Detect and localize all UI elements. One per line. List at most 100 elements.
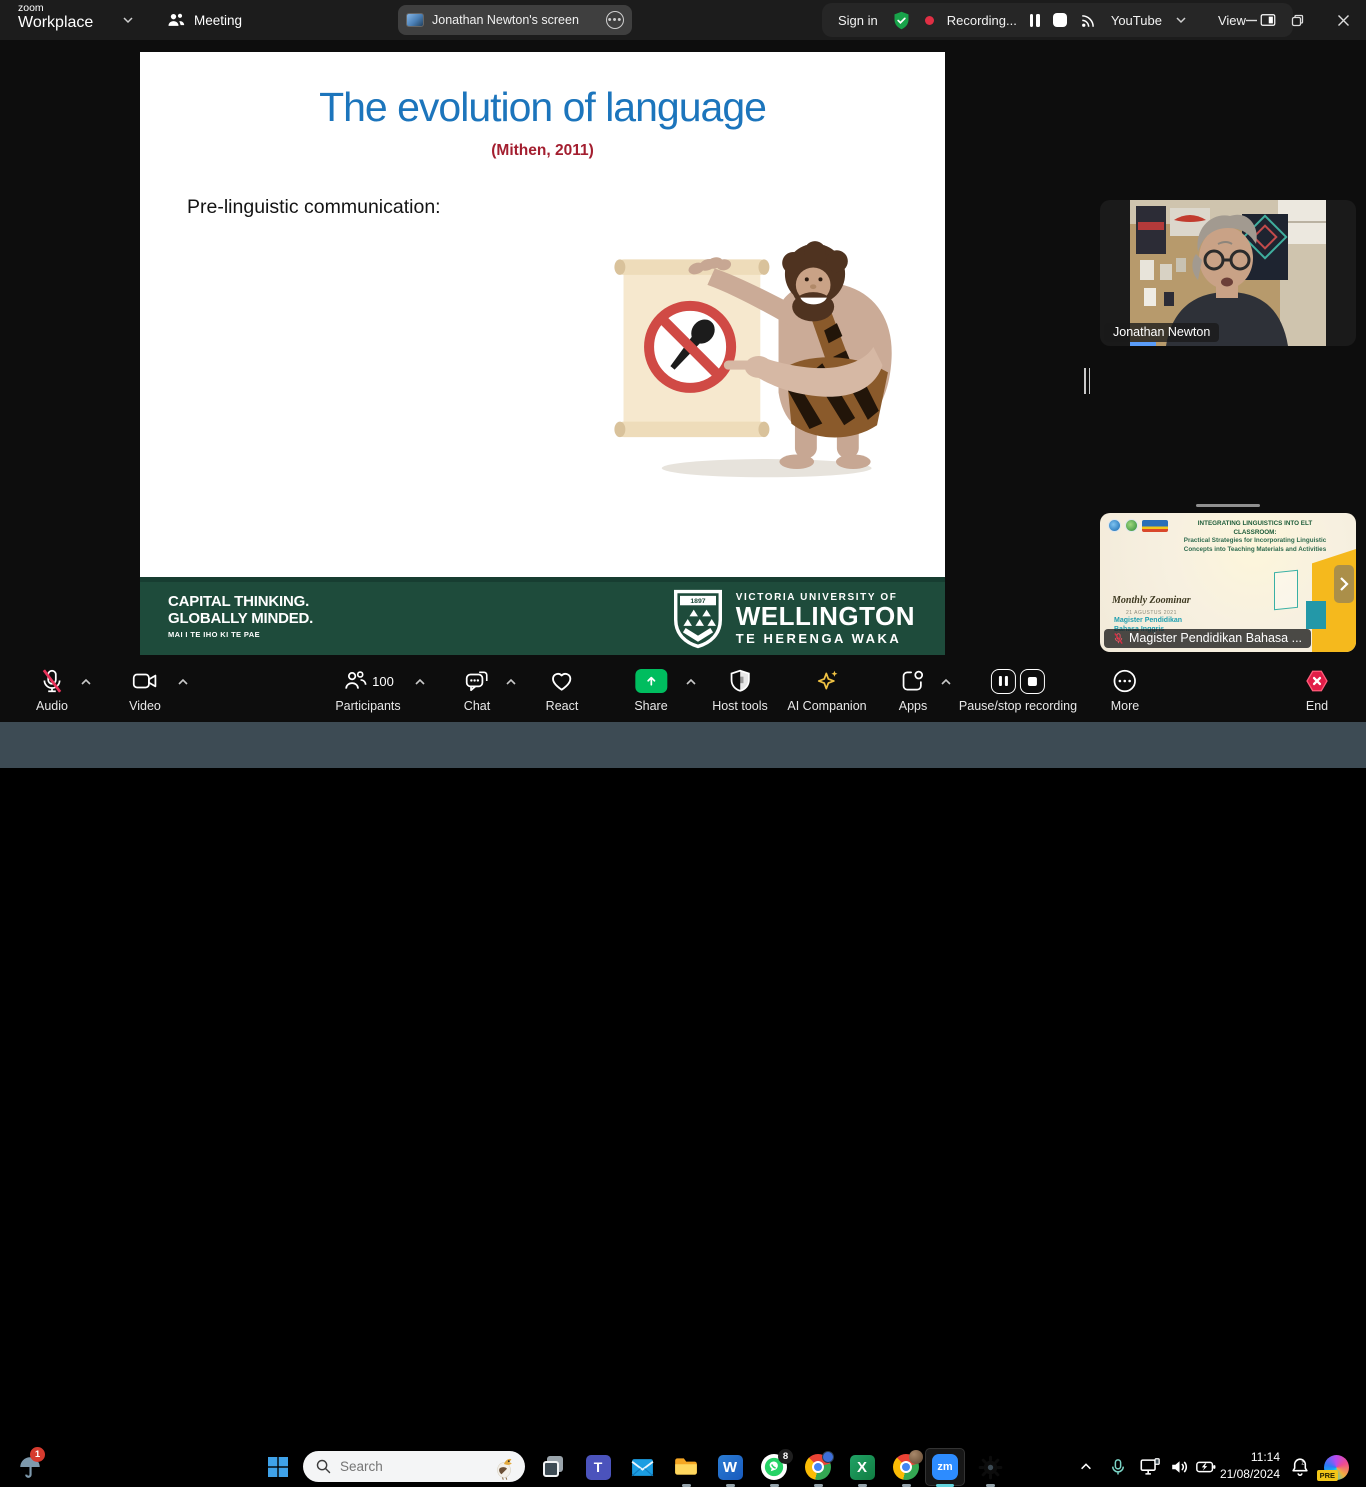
shared-screen-area: The evolution of language (Mithen, 2011)… [0,40,1366,660]
notification-badge: 8 [778,1449,793,1464]
settings-app-icon[interactable] [976,1453,1004,1481]
search-icon [315,1458,332,1475]
video-options-chevron[interactable] [175,674,191,690]
zoom-meeting-toolbar: Audio Video 100 Participants [0,660,1366,722]
mail-app-icon[interactable] [628,1453,656,1481]
participants-options-chevron[interactable] [412,674,428,690]
shared-screen-label: Jonathan Newton's screen [432,13,598,27]
chevron-down-icon[interactable] [1175,14,1187,26]
apps-options-chevron[interactable] [938,674,954,690]
audio-options-chevron[interactable] [78,674,94,690]
react-button[interactable]: React [546,668,579,713]
shared-screen-pill[interactable]: Jonathan Newton's screen ••• [398,5,632,35]
window-close-button[interactable] [1320,0,1366,40]
recording-dot-icon [925,16,934,25]
institution-logo-icon [1125,519,1138,532]
poster-subtitle-2: Concepts into Teaching Materials and Act… [1180,546,1330,555]
whatsapp-app-icon[interactable]: 8 [760,1453,788,1481]
zoom-workplace-logo[interactable]: zoom Workplace [18,3,93,31]
youtube-live-button[interactable]: YouTube [1111,13,1162,28]
video-button-label: Video [129,699,161,713]
participant-video-jonathan-newton[interactable]: Jonathan Newton [1100,200,1356,346]
chevron-down-icon[interactable] [122,14,134,26]
tray-microphone-icon[interactable] [1104,1453,1132,1481]
envelope-icon [630,1455,655,1480]
host-tools-button[interactable]: Host tools [712,668,768,713]
poster-logos [1108,519,1168,532]
poster-department-line1: Magister Pendidikan [1114,617,1182,626]
pause-recording-icon[interactable] [991,669,1016,694]
pause-recording-button[interactable] [1030,14,1040,27]
poster-event-name: Monthly Zoominar [1112,595,1191,606]
stop-recording-icon[interactable] [1020,669,1045,694]
more-button[interactable]: More [1111,668,1139,713]
share-options-chevron[interactable] [683,674,699,690]
university-logo-lockup: 1897 VICTORIA UNIVERSITY OF WELLINGTON T… [672,589,915,649]
participant-name-tag: Magister Pendidikan Bahasa ... [1104,629,1311,648]
banner-line3: MAI I TE IHO KI TE PAE [168,631,313,639]
word-app-icon[interactable]: W [716,1453,744,1481]
shared-screen-thumbnail-icon [406,13,424,27]
zoom-app-icon[interactable]: zm [931,1453,959,1481]
start-button[interactable] [264,1453,292,1481]
search-highlight-bird-image [493,1454,517,1480]
clock-date: 21/08/2024 [1220,1466,1280,1483]
task-view-button[interactable] [540,1453,568,1481]
teams-app-icon[interactable]: T [584,1453,612,1481]
chat-options-chevron[interactable] [503,674,519,690]
next-video-page-button[interactable] [1334,565,1354,603]
shield-icon [727,668,753,694]
participant-name-tag: Jonathan Newton [1104,323,1219,342]
excel-app-icon[interactable]: X [848,1453,876,1481]
chrome-logo-icon [805,1454,831,1480]
chrome-profile-app-icon[interactable] [892,1453,920,1481]
tray-battery-icon[interactable] [1192,1453,1220,1481]
share-screen-icon [635,669,667,693]
weather-tray-icon[interactable]: 1 [16,1453,44,1481]
ai-companion-button-label: AI Companion [787,699,866,713]
caveman-illustration [598,220,908,492]
active-speaker-indicator [1130,342,1156,346]
chrome-logo-icon [893,1454,919,1480]
stop-recording-button[interactable] [1053,13,1067,27]
tray-overflow-button[interactable] [1072,1453,1100,1481]
pause-stop-recording-button[interactable]: Pause/stop recording [959,668,1077,713]
sign-in-button[interactable]: Sign in [838,13,878,28]
participants-button[interactable]: 100 Participants [335,668,400,713]
video-button[interactable]: Video [129,668,161,713]
file-explorer-icon[interactable] [672,1453,700,1481]
tab-meeting[interactable]: Meeting [158,0,250,40]
window-restore-button[interactable] [1274,0,1320,40]
search-input[interactable] [340,1459,470,1474]
taskbar-search-box[interactable] [303,1451,525,1482]
taskbar-clock[interactable]: 11:14 21/08/2024 [1220,1449,1280,1484]
shared-screen-options-icon[interactable]: ••• [606,11,624,29]
notification-center-button[interactable]: z [1286,1453,1314,1481]
apps-button[interactable]: Apps [899,668,928,713]
window-minimize-button[interactable] [1228,0,1274,40]
participants-count: 100 [372,674,394,689]
word-logo-icon: W [718,1455,743,1480]
chat-button-label: Chat [464,699,490,713]
chrome-app-icon[interactable] [804,1453,832,1481]
video-panel-collapse-handle[interactable] [1084,368,1090,394]
tray-display-icon[interactable] [1136,1453,1164,1481]
audio-button[interactable]: Audio [36,668,68,713]
bell-dnd-icon: z [1289,1456,1311,1478]
svg-text:1897: 1897 [690,598,705,605]
ai-companion-button[interactable]: AI Companion [787,668,866,713]
share-button[interactable]: Share [634,668,667,713]
video-panel-resize-handle[interactable] [1196,504,1260,507]
security-shield-icon[interactable] [891,10,912,31]
whatsapp-logo-icon: 8 [761,1454,787,1480]
chat-icon [464,668,491,694]
chat-button[interactable]: Chat [464,668,491,713]
tray-volume-icon[interactable] [1166,1453,1194,1481]
participant-video-magister-pendidikan[interactable]: INTEGRATING LINGUISTICS INTO ELT CLASSRO… [1100,513,1356,652]
participants-icon [342,668,368,694]
speaker-icon [1169,1456,1191,1478]
windows-logo-icon [266,1455,290,1479]
end-meeting-button[interactable]: End [1304,668,1330,713]
slide-title: The evolution of language [140,84,945,131]
university-name-line2: WELLINGTON [736,603,915,630]
